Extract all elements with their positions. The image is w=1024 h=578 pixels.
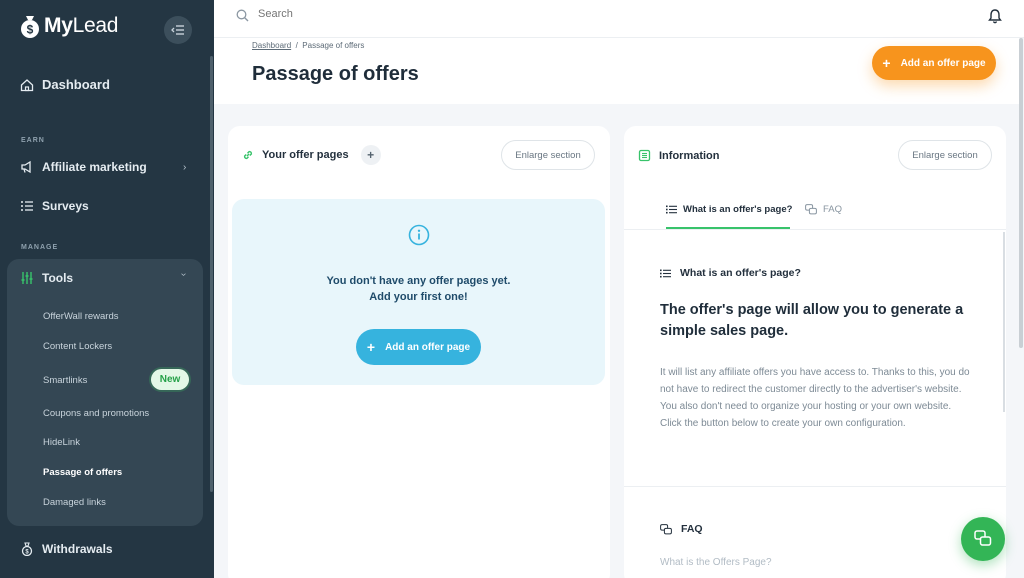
sidebar-item-label: Tools xyxy=(42,271,74,285)
chevron-right-icon: › xyxy=(183,162,187,173)
breadcrumb: Dashboard / Passage of offers xyxy=(252,41,364,50)
new-badge: New xyxy=(151,369,189,390)
newspaper-icon xyxy=(638,149,651,162)
chat-button[interactable] xyxy=(961,517,1005,561)
sidebar-item-affiliate-marketing[interactable]: Affiliate marketing xyxy=(20,160,147,174)
logo-my: My xyxy=(44,14,73,37)
chat-bubbles-icon xyxy=(805,204,817,215)
logo-lead: Lead xyxy=(72,14,119,37)
information-card: Information Enlarge section What is an o… xyxy=(624,126,1006,578)
active-tab-indicator xyxy=(666,227,790,229)
info-scrollbar[interactable] xyxy=(1003,232,1005,412)
money-bag-icon: $ xyxy=(20,14,40,38)
plus-icon: + xyxy=(882,55,891,71)
section-divider xyxy=(624,486,1006,487)
top-bar xyxy=(214,0,1024,38)
collapse-sidebar-button[interactable] xyxy=(164,16,192,44)
empty-state-line1: You don't have any offer pages yet. xyxy=(326,275,511,287)
link-icon xyxy=(243,150,253,160)
megaphone-icon xyxy=(21,160,31,174)
sidebar-item-label: Affiliate marketing xyxy=(42,160,147,174)
tab-what-is-offer-page[interactable]: What is an offer's page? xyxy=(666,204,792,215)
sidebar-subitem-smartlinks[interactable]: Smartlinks xyxy=(43,375,87,386)
add-offer-page-button[interactable]: + Add an offer page xyxy=(872,46,996,80)
sidebar-item-label: Withdrawals xyxy=(42,542,113,556)
add-offer-page-button-secondary[interactable]: + Add an offer page xyxy=(356,329,481,365)
info-tabs: What is an offer's page? FAQ xyxy=(624,190,1006,230)
mylead-logo[interactable]: $ MyLead xyxy=(20,14,118,38)
sidebar-subitem-passage-of-offers[interactable]: Passage of offers xyxy=(43,467,122,478)
sidebar-item-label: Surveys xyxy=(42,199,89,213)
search-icon xyxy=(236,9,249,22)
section-heading-text: What is an offer's page? xyxy=(680,267,801,279)
collapse-menu-icon xyxy=(171,25,184,35)
card-title-text: Your offer pages xyxy=(262,149,349,161)
home-icon xyxy=(20,78,34,91)
sliders-icon xyxy=(21,272,33,284)
sidebar-scrollbar[interactable] xyxy=(210,56,213,492)
search-input[interactable] xyxy=(258,8,558,20)
section-faq-heading: FAQ xyxy=(660,523,703,535)
page-header: Dashboard / Passage of offers Passage of… xyxy=(214,38,1020,104)
bell-icon[interactable] xyxy=(988,8,1002,24)
section-heading-text: FAQ xyxy=(681,523,703,535)
sidebar: $ MyLead Dashboard EARN Affiliate market… xyxy=(0,0,214,578)
chat-bubbles-icon xyxy=(974,530,992,546)
list-icon xyxy=(666,205,677,214)
enlarge-section-button[interactable]: Enlarge section xyxy=(898,140,992,170)
tools-group xyxy=(7,259,203,526)
offer-page-description: It will list any affiliate offers you ha… xyxy=(660,367,970,429)
page-title: Passage of offers xyxy=(252,63,419,85)
enlarge-section-button[interactable]: Enlarge section xyxy=(501,140,595,170)
svg-text:$: $ xyxy=(27,23,34,37)
empty-state-line2: Add your first one! xyxy=(369,291,468,303)
money-bag-icon: $ xyxy=(21,542,33,556)
chat-bubbles-icon xyxy=(660,523,672,534)
add-offer-plus-button[interactable]: + xyxy=(360,145,381,165)
sidebar-item-withdrawals[interactable]: $ Withdrawals xyxy=(20,542,113,556)
section-label-manage: MANAGE xyxy=(21,244,59,251)
tab-faq[interactable]: FAQ xyxy=(805,204,842,215)
sidebar-subitem-hidelink[interactable]: HideLink xyxy=(43,437,80,448)
page-scrollbar[interactable] xyxy=(1019,38,1023,348)
breadcrumb-current: Passage of offers xyxy=(302,41,365,50)
breadcrumb-link-dashboard[interactable]: Dashboard xyxy=(252,41,291,50)
sidebar-subitem-offerwall-rewards[interactable]: OfferWall rewards xyxy=(43,311,119,322)
button-label: Add an offer page xyxy=(385,341,471,353)
sidebar-subitem-coupons[interactable]: Coupons and promotions xyxy=(43,408,149,419)
button-label: Add an offer page xyxy=(900,57,986,69)
list-icon xyxy=(21,201,33,211)
chevron-down-icon[interactable]: › xyxy=(178,273,189,276)
offer-pages-title: Your offer pages + xyxy=(242,145,381,165)
section-what-heading: What is an offer's page? xyxy=(660,267,801,279)
faq-question-item[interactable]: What is the Offers Page? xyxy=(660,557,772,568)
sidebar-subitem-damaged-links[interactable]: Damaged links xyxy=(43,497,106,508)
info-icon xyxy=(408,224,430,246)
section-label-earn: EARN xyxy=(21,137,45,144)
tab-label: FAQ xyxy=(823,204,843,215)
tab-label: What is an offer's page? xyxy=(683,204,793,215)
sidebar-item-tools[interactable]: Tools xyxy=(20,271,73,285)
logo-text: MyLead xyxy=(44,14,118,38)
sidebar-item-dashboard[interactable]: Dashboard xyxy=(20,77,110,92)
offer-pages-card: Your offer pages + Enlarge section You d… xyxy=(228,126,610,578)
breadcrumb-separator: / xyxy=(295,41,298,50)
plus-icon: + xyxy=(366,339,376,355)
list-icon xyxy=(660,269,671,277)
offer-page-lead-text: The offer's page will allow you to gener… xyxy=(660,302,964,339)
sidebar-subitem-content-lockers[interactable]: Content Lockers xyxy=(43,341,112,352)
sidebar-item-label: Dashboard xyxy=(42,77,110,92)
empty-state: You don't have any offer pages yet. Add … xyxy=(232,199,605,385)
card-title-text: Information xyxy=(659,149,720,162)
sidebar-item-surveys[interactable]: Surveys xyxy=(20,199,89,213)
information-title: Information xyxy=(638,149,720,162)
